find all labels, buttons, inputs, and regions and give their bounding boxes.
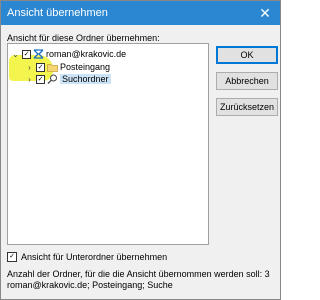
tree-node-label: Posteingang xyxy=(60,62,111,72)
apply-view-dialog: Ansicht übernehmen ✕ Ansicht für diese O… xyxy=(0,0,281,300)
tree-node-posteingang[interactable]: › ✓ Posteingang xyxy=(25,61,110,73)
folder-tree[interactable]: ⌄ ✓ roman@krakovic.de › ✓ Posteingang › … xyxy=(7,43,209,245)
cancel-button[interactable]: Abbrechen xyxy=(216,72,278,90)
chevron-down-icon[interactable]: ⌄ xyxy=(11,50,20,59)
root-checkbox[interactable]: ✓ xyxy=(22,49,31,59)
subfolder-checkbox[interactable]: ✓ xyxy=(7,252,17,262)
posteingang-checkbox[interactable]: ✓ xyxy=(36,62,45,72)
folder-list-text: roman@krakovic.de; Posteingang; Suche xyxy=(7,280,173,290)
folder-count-text: Anzahl der Ordner, für die die Ansicht ü… xyxy=(7,269,270,279)
tree-node-label: Suchordner xyxy=(60,74,111,84)
dialog-title: Ansicht übernehmen xyxy=(7,7,108,19)
tree-node-label: roman@krakovic.de xyxy=(46,49,127,59)
tree-node-root[interactable]: ⌄ ✓ roman@krakovic.de xyxy=(11,48,126,60)
title-bar: Ansicht übernehmen ✕ xyxy=(1,1,280,25)
close-icon[interactable]: ✕ xyxy=(250,1,280,25)
ok-button[interactable]: OK xyxy=(216,46,278,64)
chevron-right-icon[interactable]: › xyxy=(25,75,34,84)
search-folder-icon xyxy=(47,74,58,84)
instruction-label: Ansicht für diese Ordner übernehmen: xyxy=(7,33,160,43)
subfolder-option-label[interactable]: Ansicht für Unterordner übernehmen xyxy=(21,252,167,262)
info-text: Anzahl der Ordner, für die die Ansicht ü… xyxy=(7,269,270,291)
subfolder-option[interactable]: ✓ Ansicht für Unterordner übernehmen xyxy=(7,252,167,262)
tree-node-suchordner[interactable]: › ✓ Suchordner xyxy=(25,73,111,85)
chevron-right-icon[interactable]: › xyxy=(25,63,34,72)
mail-account-icon xyxy=(33,49,44,59)
suchordner-checkbox[interactable]: ✓ xyxy=(36,74,45,84)
reset-button[interactable]: Zurücksetzen xyxy=(216,98,278,116)
folder-icon xyxy=(47,62,58,72)
